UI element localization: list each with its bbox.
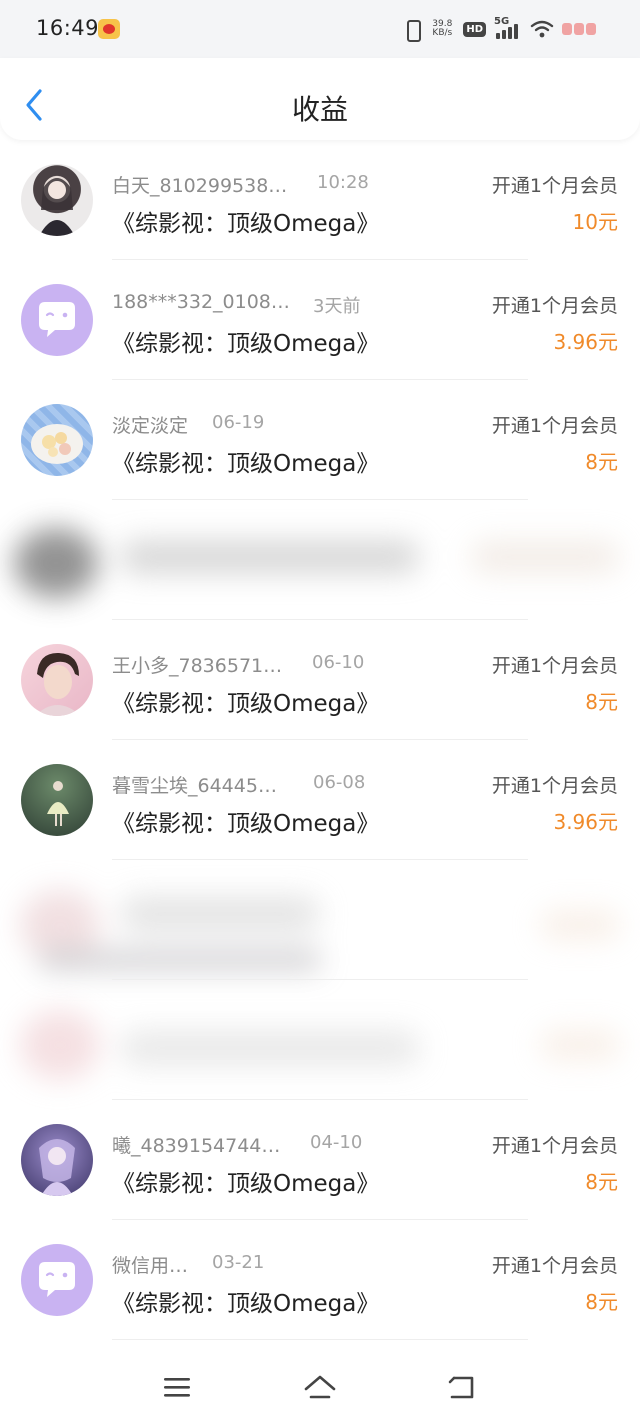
user-name: 188***332_0108…: [112, 291, 290, 313]
item-time: 06-08: [313, 772, 366, 793]
avatar: [21, 644, 93, 716]
item-title: 《综影视：顶级Omega》: [112, 1171, 380, 1197]
status-time: 16:49: [36, 16, 100, 40]
item-amount: 10元: [572, 210, 618, 234]
page-title: 收益: [291, 93, 348, 126]
item-title: 《综影视：顶级Omega》: [112, 1291, 380, 1317]
item-amount: 8元: [585, 690, 618, 714]
signal-icon: 5G: [494, 16, 522, 39]
item-amount: 8元: [585, 1170, 618, 1194]
avatar: [21, 164, 93, 236]
list-item[interactable]: 王小多_7836571… 06-10 《综影视：顶级Omega》 开通1个月会员…: [0, 620, 640, 740]
user-name: 白天_810299538…: [112, 175, 288, 197]
avatar: [21, 284, 93, 356]
hd-badge: HD: [463, 21, 486, 37]
list-item[interactable]: 淡定淡定 06-19 《综影视：顶级Omega》 开通1个月会员 8元: [0, 380, 640, 500]
avatar: [21, 1244, 93, 1316]
list-item[interactable]: 曦_4839154744… 04-10 《综影视：顶级Omega》 开通1个月会…: [0, 1100, 640, 1220]
vibrate-icon: [403, 18, 422, 42]
list-item-redacted[interactable]: [0, 860, 640, 980]
weibo-icon: [98, 19, 120, 39]
wifi-icon: [530, 19, 554, 39]
list-item-redacted[interactable]: [0, 980, 640, 1100]
item-title: 《综影视：顶级Omega》: [112, 691, 380, 717]
chat-bubble-icon: [39, 1262, 75, 1297]
list-item[interactable]: 暮雪尘埃_64445… 06-08 《综影视：顶级Omega》 开通1个月会员 …: [0, 740, 640, 860]
menu-icon[interactable]: [162, 1373, 194, 1403]
status-icons: 39.8 KB/s HD 5G: [403, 16, 600, 42]
user-name: 暮雪尘埃_64445…: [112, 775, 277, 797]
item-amount: 8元: [585, 1290, 618, 1314]
system-nav-bar: [0, 1340, 640, 1427]
list-item[interactable]: 188***332_0108… 3天前 《综影视：顶级Omega》 开通1个月会…: [0, 260, 640, 380]
avatar: [21, 404, 93, 476]
battery-icon: [562, 21, 600, 37]
user-name: 曦_4839154744…: [112, 1135, 281, 1157]
net-speed-unit: KB/s: [432, 28, 453, 38]
list-item[interactable]: 微信用… 03-21 《综影视：顶级Omega》 开通1个月会员 8元: [0, 1220, 640, 1340]
user-name: 王小多_7836571…: [112, 655, 283, 677]
item-action: 开通1个月会员: [491, 1135, 618, 1157]
list-item-redacted[interactable]: [0, 500, 640, 620]
item-amount: 3.96元: [553, 330, 618, 354]
item-title: 《综影视：顶级Omega》: [112, 451, 380, 477]
item-amount: 8元: [585, 450, 618, 474]
avatar: [21, 764, 93, 836]
return-icon[interactable]: [446, 1373, 478, 1403]
item-action: 开通1个月会员: [491, 295, 618, 317]
status-bar: 16:49 39.8 KB/s HD 5G: [0, 0, 640, 58]
user-name: 淡定淡定: [112, 415, 189, 437]
item-time: 04-10: [310, 1132, 363, 1153]
redacted-content: [0, 870, 640, 970]
item-action: 开通1个月会员: [491, 775, 618, 797]
item-action: 开通1个月会员: [491, 655, 618, 677]
avatar: [21, 1124, 93, 1196]
item-time: 06-19: [212, 412, 265, 433]
item-time: 03-21: [212, 1252, 265, 1273]
item-time: 06-10: [312, 652, 365, 673]
earnings-list: 白天_810299538… 10:28 《综影视：顶级Omega》 开通1个月会…: [0, 140, 640, 1340]
home-icon[interactable]: [303, 1373, 336, 1403]
user-name: 微信用…: [112, 1255, 189, 1277]
list-item[interactable]: 白天_810299538… 10:28 《综影视：顶级Omega》 开通1个月会…: [0, 140, 640, 260]
item-time: 10:28: [317, 172, 369, 193]
item-time: 3天前: [313, 296, 361, 317]
item-title: 《综影视：顶级Omega》: [112, 811, 380, 837]
redacted-content: [0, 510, 640, 610]
chat-bubble-icon: [39, 302, 75, 337]
item-title: 《综影视：顶级Omega》: [112, 331, 380, 357]
item-action: 开通1个月会员: [491, 1255, 618, 1277]
network-type: 5G: [494, 16, 510, 27]
item-title: 《综影视：顶级Omega》: [112, 211, 380, 237]
net-speed: 39.8 KB/s: [429, 20, 455, 38]
item-action: 开通1个月会员: [491, 415, 618, 437]
redacted-content: [0, 990, 640, 1090]
header: 收益: [0, 58, 640, 140]
item-amount: 3.96元: [553, 810, 618, 834]
item-action: 开通1个月会员: [491, 175, 618, 197]
